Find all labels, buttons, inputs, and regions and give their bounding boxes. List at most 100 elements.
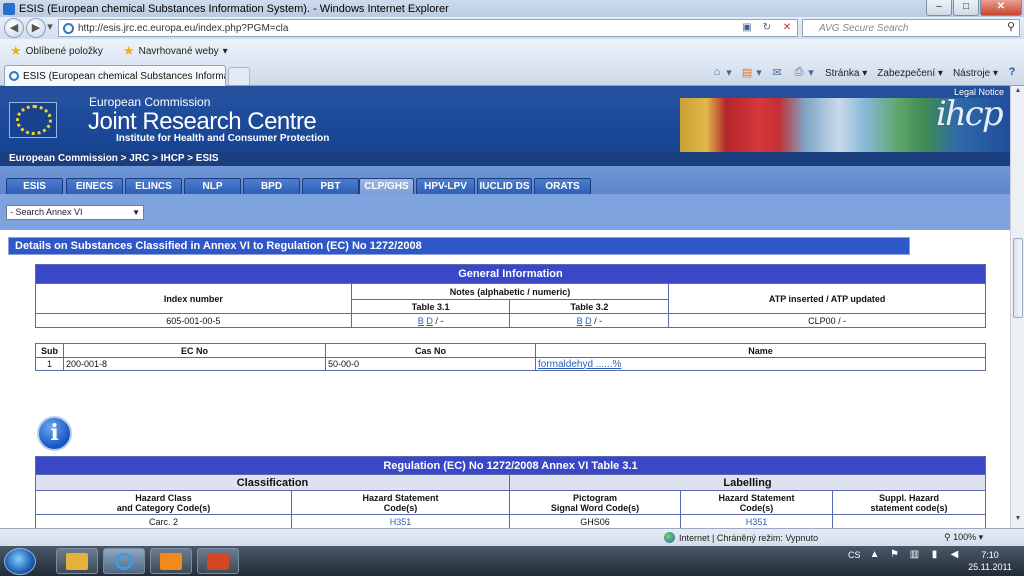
nav-tab-esis[interactable]: ESIS: [6, 178, 63, 194]
org-name: European Commission: [89, 95, 211, 109]
volume-icon[interactable]: ◀: [949, 549, 961, 561]
hazard-statement-link[interactable]: H351: [390, 517, 412, 527]
stop-icon[interactable]: ✕: [779, 21, 795, 35]
cas-no-value: 50-00-0: [325, 357, 536, 371]
suggested-sites-icon: ★: [122, 43, 135, 58]
explorer-taskbar-button[interactable]: [56, 548, 98, 574]
suggested-sites-label: Navrhované weby: [138, 45, 219, 57]
window-title: ESIS (European chemical Substances Infor…: [19, 2, 449, 15]
note-b-link[interactable]: B: [577, 316, 583, 326]
page-menu[interactable]: Stránka ▾: [825, 68, 867, 79]
history-dropdown-icon[interactable]: ▾: [44, 18, 56, 38]
nav-tab-pbt[interactable]: PBT: [302, 178, 359, 194]
table32-header: Table 3.2: [509, 299, 670, 314]
pictogram-header: Pictogram Signal Word Code(s): [509, 490, 681, 515]
zone-label: Internet | Chráněný režim: Vypnuto: [679, 532, 819, 543]
browser-tab[interactable]: ESIS (European chemical Substances Infor…: [4, 65, 226, 86]
taskbar-clock[interactable]: 7:10 25.11.2011: [962, 549, 1018, 573]
scrollbar-thumb[interactable]: [1013, 238, 1023, 318]
close-window-button[interactable]: ✕: [980, 0, 1022, 16]
feeds-icon[interactable]: ▤: [739, 66, 755, 80]
language-indicator[interactable]: CS: [848, 550, 861, 560]
substance-name-link[interactable]: formaldehyd ......%: [538, 359, 621, 370]
tab-ie-icon: [9, 71, 19, 81]
address-url[interactable]: http://esis.jrc.ec.europa.eu/index.php?P…: [78, 23, 288, 34]
note-b-link[interactable]: B: [418, 316, 424, 326]
substance-id-table: Sub EC No Cas No Name 1 200-001-8 50-00-…: [35, 343, 986, 371]
clock-time: 7:10: [981, 550, 999, 560]
suggested-sites-button[interactable]: ★ Navrhované weby ▾: [123, 43, 228, 59]
label-hazard-statement-link[interactable]: H351: [746, 517, 768, 527]
battery-icon[interactable]: ▮: [929, 549, 941, 561]
label-hazard-statement-header: Hazard Statement Code(s): [680, 490, 833, 515]
print-icon[interactable]: ⎙: [791, 66, 807, 80]
security-menu[interactable]: Zabezpečení ▾: [877, 68, 943, 79]
back-button[interactable]: ◀: [4, 18, 24, 38]
notes31-cell: B D / -: [350, 313, 511, 328]
jrc-title: Joint Research Centre: [88, 108, 317, 135]
action-center-flag-icon[interactable]: ⚑: [889, 549, 901, 561]
magnifier-icon: ⚲: [944, 532, 954, 542]
compatibility-view-icon[interactable]: ▣: [739, 21, 755, 35]
home-icon[interactable]: ⌂: [709, 66, 725, 80]
nav-tab-elincs[interactable]: ELINCS: [125, 178, 182, 194]
atp-value: CLP00 / -: [668, 313, 986, 328]
powerpoint-taskbar-button[interactable]: [197, 548, 239, 574]
web-page: Legal Notice European Commission Joint R…: [0, 86, 1010, 528]
ihcp-logo: ihcp: [936, 94, 1004, 134]
favorites-button[interactable]: ★ Oblíbené položky: [10, 43, 103, 59]
search-box[interactable]: AVG Secure Search ⚲: [802, 19, 1020, 37]
mail-icon[interactable]: ✉: [769, 66, 785, 80]
breadcrumb[interactable]: European Commission > JRC > IHCP > ESIS: [0, 152, 1010, 166]
search-annex-select[interactable]: - Search Annex VI ▼: [6, 205, 144, 220]
name-header: Name: [535, 343, 986, 358]
chevron-down-icon[interactable]: ▾: [725, 66, 733, 80]
hazard-class-value: Carc. 2: [35, 514, 292, 528]
show-hidden-icons-icon[interactable]: ▲: [869, 549, 881, 561]
info-icon[interactable]: i: [37, 416, 72, 451]
chevron-down-icon[interactable]: ▾: [807, 66, 815, 80]
address-toolbar: ◀ ▶ ▾ http://esis.jrc.ec.europa.eu/index…: [0, 17, 1024, 39]
nav-tab-orats[interactable]: ORATS: [534, 178, 591, 194]
scroll-up-icon[interactable]: ▲: [1013, 87, 1023, 99]
start-button[interactable]: [4, 548, 36, 575]
ie-icon: [115, 553, 133, 570]
scroll-down-icon[interactable]: ▼: [1013, 515, 1023, 527]
nav-tab-clp-ghs[interactable]: CLP/GHS: [359, 178, 414, 194]
refresh-icon[interactable]: ↻: [759, 21, 775, 35]
minimize-button[interactable]: –: [926, 0, 952, 16]
hazard-statement-header: Hazard Statement Code(s): [291, 490, 510, 515]
forward-button[interactable]: ▶: [26, 18, 46, 38]
search-icon[interactable]: ⚲: [1007, 20, 1015, 33]
site-banner: Legal Notice European Commission Joint R…: [0, 86, 1010, 166]
nav-tab-nlp[interactable]: NLP: [184, 178, 241, 194]
window-controls: – □ ✕: [925, 0, 1022, 16]
zoom-level[interactable]: ⚲ 100% ▾: [944, 532, 983, 543]
sub-value: 1: [35, 357, 64, 371]
chevron-down-icon: ▾: [222, 45, 228, 57]
maximize-button[interactable]: □: [953, 0, 979, 16]
help-icon[interactable]: ?: [1004, 66, 1020, 80]
security-zone[interactable]: Internet | Chráněný režim: Vypnuto: [664, 532, 818, 543]
nav-tab-einecs[interactable]: EINECS: [66, 178, 123, 194]
tools-menu[interactable]: Nástroje ▾: [953, 68, 998, 79]
media-player-taskbar-button[interactable]: [150, 548, 192, 574]
hazard-class-header: Hazard Class and Category Code(s): [35, 490, 292, 515]
tab-title: ESIS (European chemical Substances Infor…: [23, 70, 225, 82]
index-number-value: 605-001-00-5: [35, 313, 352, 328]
address-bar[interactable]: http://esis.jrc.ec.europa.eu/index.php?P…: [58, 19, 798, 37]
internet-zone-icon: [664, 532, 675, 543]
nav-tab-bpd[interactable]: BPD: [243, 178, 300, 194]
new-tab-button[interactable]: [228, 67, 250, 85]
ie-taskbar-button[interactable]: [103, 548, 145, 574]
atp-header: ATP inserted / ATP updated: [668, 283, 986, 314]
clock-date: 25.11.2011: [968, 562, 1012, 572]
network-icon[interactable]: ▥: [909, 549, 921, 561]
nav-tab-iuclid-ds[interactable]: IUCLID DS: [477, 178, 532, 194]
chevron-down-icon[interactable]: ▾: [755, 66, 763, 80]
vertical-scrollbar[interactable]: ▲ ▼: [1010, 86, 1024, 528]
table31-header: Table 3.1: [350, 299, 511, 314]
nav-tab-hpv-lpv[interactable]: HPV-LPV: [416, 178, 475, 194]
classification-header: Classification: [35, 474, 510, 491]
notes32-cell: B D / -: [509, 313, 670, 328]
